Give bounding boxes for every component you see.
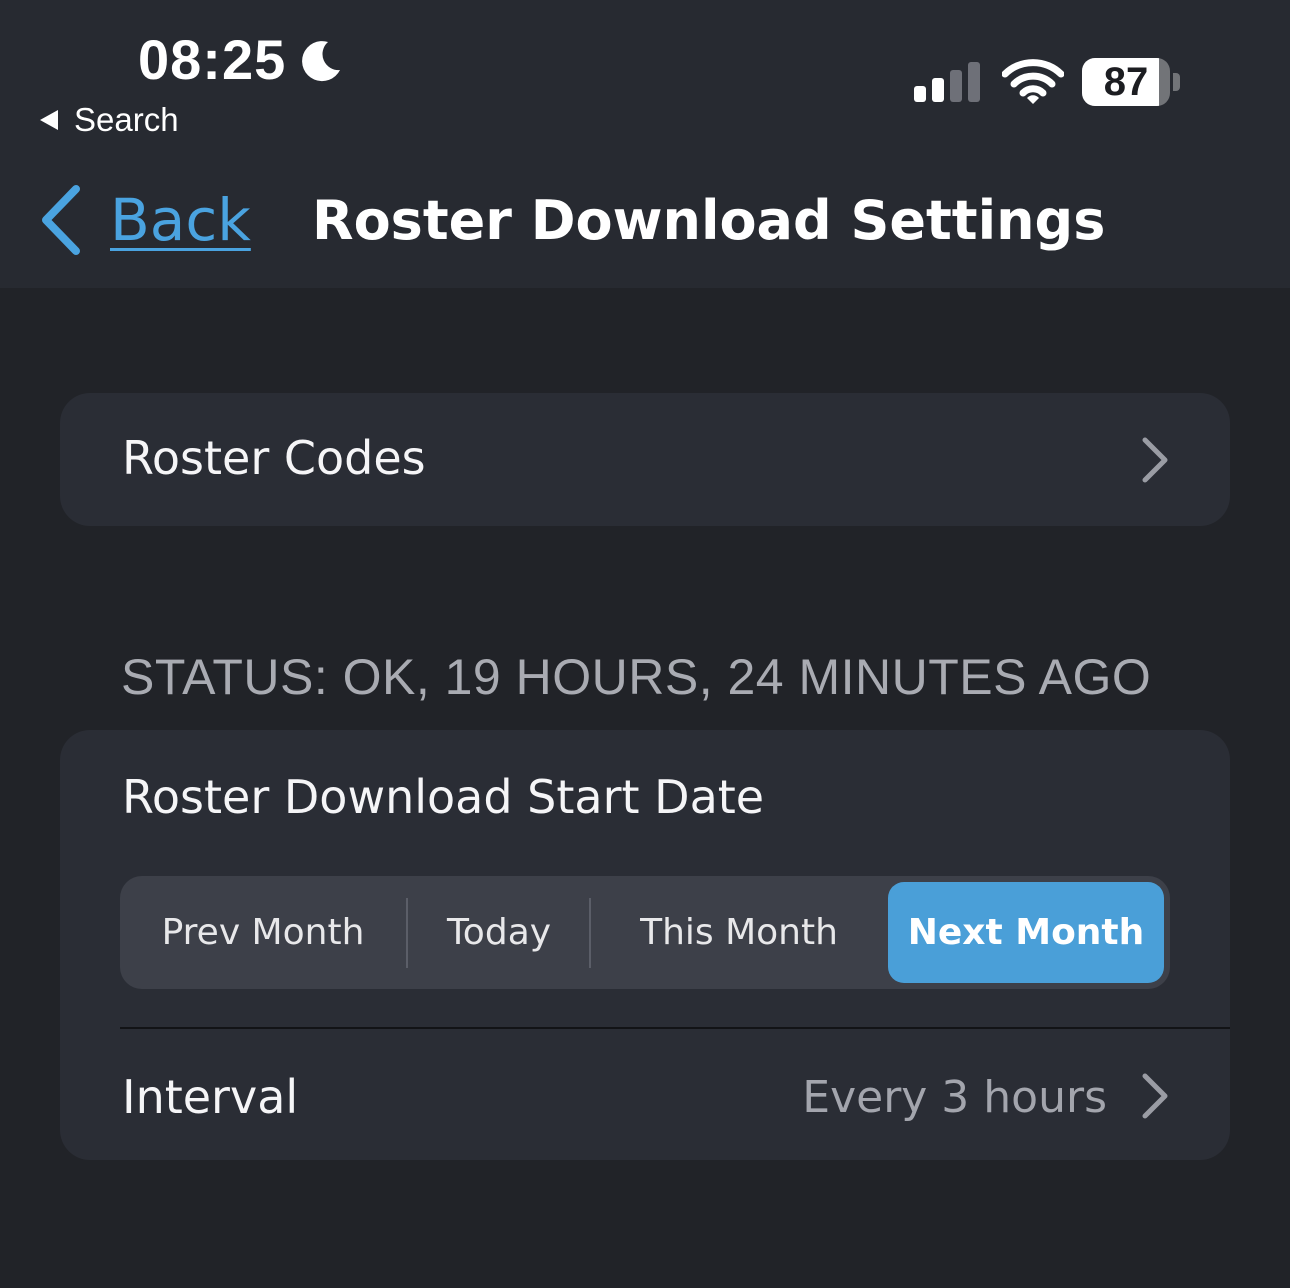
chevron-right-icon bbox=[1142, 1073, 1168, 1119]
battery-level: 87 bbox=[1103, 59, 1149, 104]
roster-codes-label: Roster Codes bbox=[122, 431, 426, 485]
back-button[interactable]: Back bbox=[38, 180, 251, 260]
status-time: 08:25 bbox=[138, 28, 287, 91]
interval-label: Interval bbox=[122, 1070, 299, 1124]
moon-icon bbox=[302, 41, 340, 82]
status-text: STATUS: OK, 19 HOURS, 24 MINUTES AGO bbox=[121, 649, 1152, 705]
start-date-label: Roster Download Start Date bbox=[122, 770, 765, 824]
start-date-segmented-control: Prev Month Today This Month Next Month bbox=[120, 876, 1170, 989]
segment-prev-month[interactable]: Prev Month bbox=[120, 876, 406, 989]
battery-icon: 87 bbox=[1082, 58, 1180, 106]
search-back-link[interactable]: Search bbox=[38, 100, 179, 140]
back-triangle-icon bbox=[40, 110, 58, 130]
download-settings-card: Roster Download Start Date Prev Month To… bbox=[60, 730, 1230, 1160]
segment-today[interactable]: Today bbox=[408, 876, 590, 989]
segment-next-month[interactable]: Next Month bbox=[888, 882, 1164, 983]
wifi-icon bbox=[1002, 59, 1064, 104]
header: 08:25 Search 87 Back Roster Download Set… bbox=[0, 0, 1290, 288]
screen: 08:25 Search 87 Back Roster Download Set… bbox=[0, 0, 1290, 1288]
search-back-label: Search bbox=[74, 101, 179, 138]
chevron-left-icon bbox=[42, 185, 80, 255]
page-title: Roster Download Settings bbox=[312, 189, 1106, 252]
row-divider bbox=[120, 1027, 1230, 1029]
back-label: Back bbox=[110, 186, 251, 254]
segment-this-month[interactable]: This Month bbox=[591, 876, 887, 989]
roster-codes-row[interactable]: Roster Codes bbox=[60, 393, 1230, 526]
chevron-right-icon bbox=[1142, 437, 1168, 483]
cellular-signal-icon bbox=[914, 62, 980, 102]
interval-value: Every 3 hours bbox=[802, 1072, 1107, 1123]
